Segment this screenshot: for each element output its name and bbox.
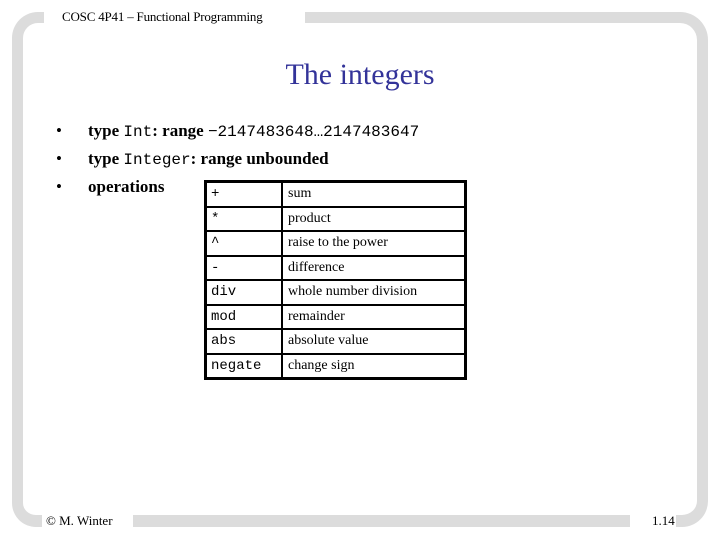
- operator-cell: +: [204, 180, 283, 208]
- operator-cell: div: [204, 279, 283, 306]
- description-cell: remainder: [281, 303, 467, 330]
- operations-table: + sum * product ^ raise to the power - differen…: [204, 180, 467, 380]
- code-int: Int: [123, 123, 153, 141]
- table-row: ^ raise to the power: [204, 230, 467, 257]
- table-row: mod remainder: [204, 303, 467, 330]
- frame-right-bar: [697, 60, 708, 480]
- operator-cell: mod: [204, 303, 283, 330]
- bullet-text: operations: [88, 177, 165, 196]
- description-cell: whole number division: [281, 279, 467, 306]
- bullet-prefix: type: [88, 149, 124, 168]
- table-row: abs absolute value: [204, 328, 467, 355]
- operator-cell: ^: [204, 230, 283, 257]
- footer-author: © M. Winter: [46, 513, 113, 528]
- page-number: 1.14: [652, 513, 675, 528]
- table-row: * product: [204, 205, 467, 232]
- frame-top-bar: [305, 12, 645, 23]
- bullet-icon: •: [56, 177, 62, 196]
- description-cell: raise to the power: [281, 230, 467, 257]
- bullet-suffix: : range unbounded: [190, 149, 329, 168]
- table-row: - difference: [204, 254, 467, 281]
- table-row: div whole number division: [204, 279, 467, 306]
- frame-corner-bottom-left: [12, 460, 42, 527]
- bullet-prefix: type: [88, 121, 124, 140]
- table-row: negate change sign: [204, 352, 467, 380]
- description-cell: change sign: [281, 352, 467, 380]
- frame-left-bar: [12, 60, 23, 480]
- code-integer: Integer: [123, 151, 191, 169]
- slide-title: The integers: [285, 58, 435, 91]
- description-cell: sum: [281, 180, 467, 208]
- table-row: + sum: [204, 180, 467, 208]
- code-range: −2147483648…2147483647: [207, 123, 420, 141]
- frame-bottom-bar: [133, 515, 630, 527]
- description-cell: difference: [281, 254, 467, 281]
- operator-cell: abs: [204, 328, 283, 355]
- frame-corner-bottom-right: [676, 460, 708, 527]
- description-cell: absolute value: [281, 328, 467, 355]
- bullet-suffix: : range: [152, 121, 208, 140]
- operator-cell: -: [204, 254, 283, 281]
- bullet-icon: •: [56, 121, 62, 140]
- description-cell: product: [281, 205, 467, 232]
- operator-cell: negate: [204, 352, 283, 380]
- operator-cell: *: [204, 205, 283, 232]
- bullet-icon: •: [56, 149, 62, 168]
- course-header: COSC 4P41 – Functional Programming: [62, 9, 267, 25]
